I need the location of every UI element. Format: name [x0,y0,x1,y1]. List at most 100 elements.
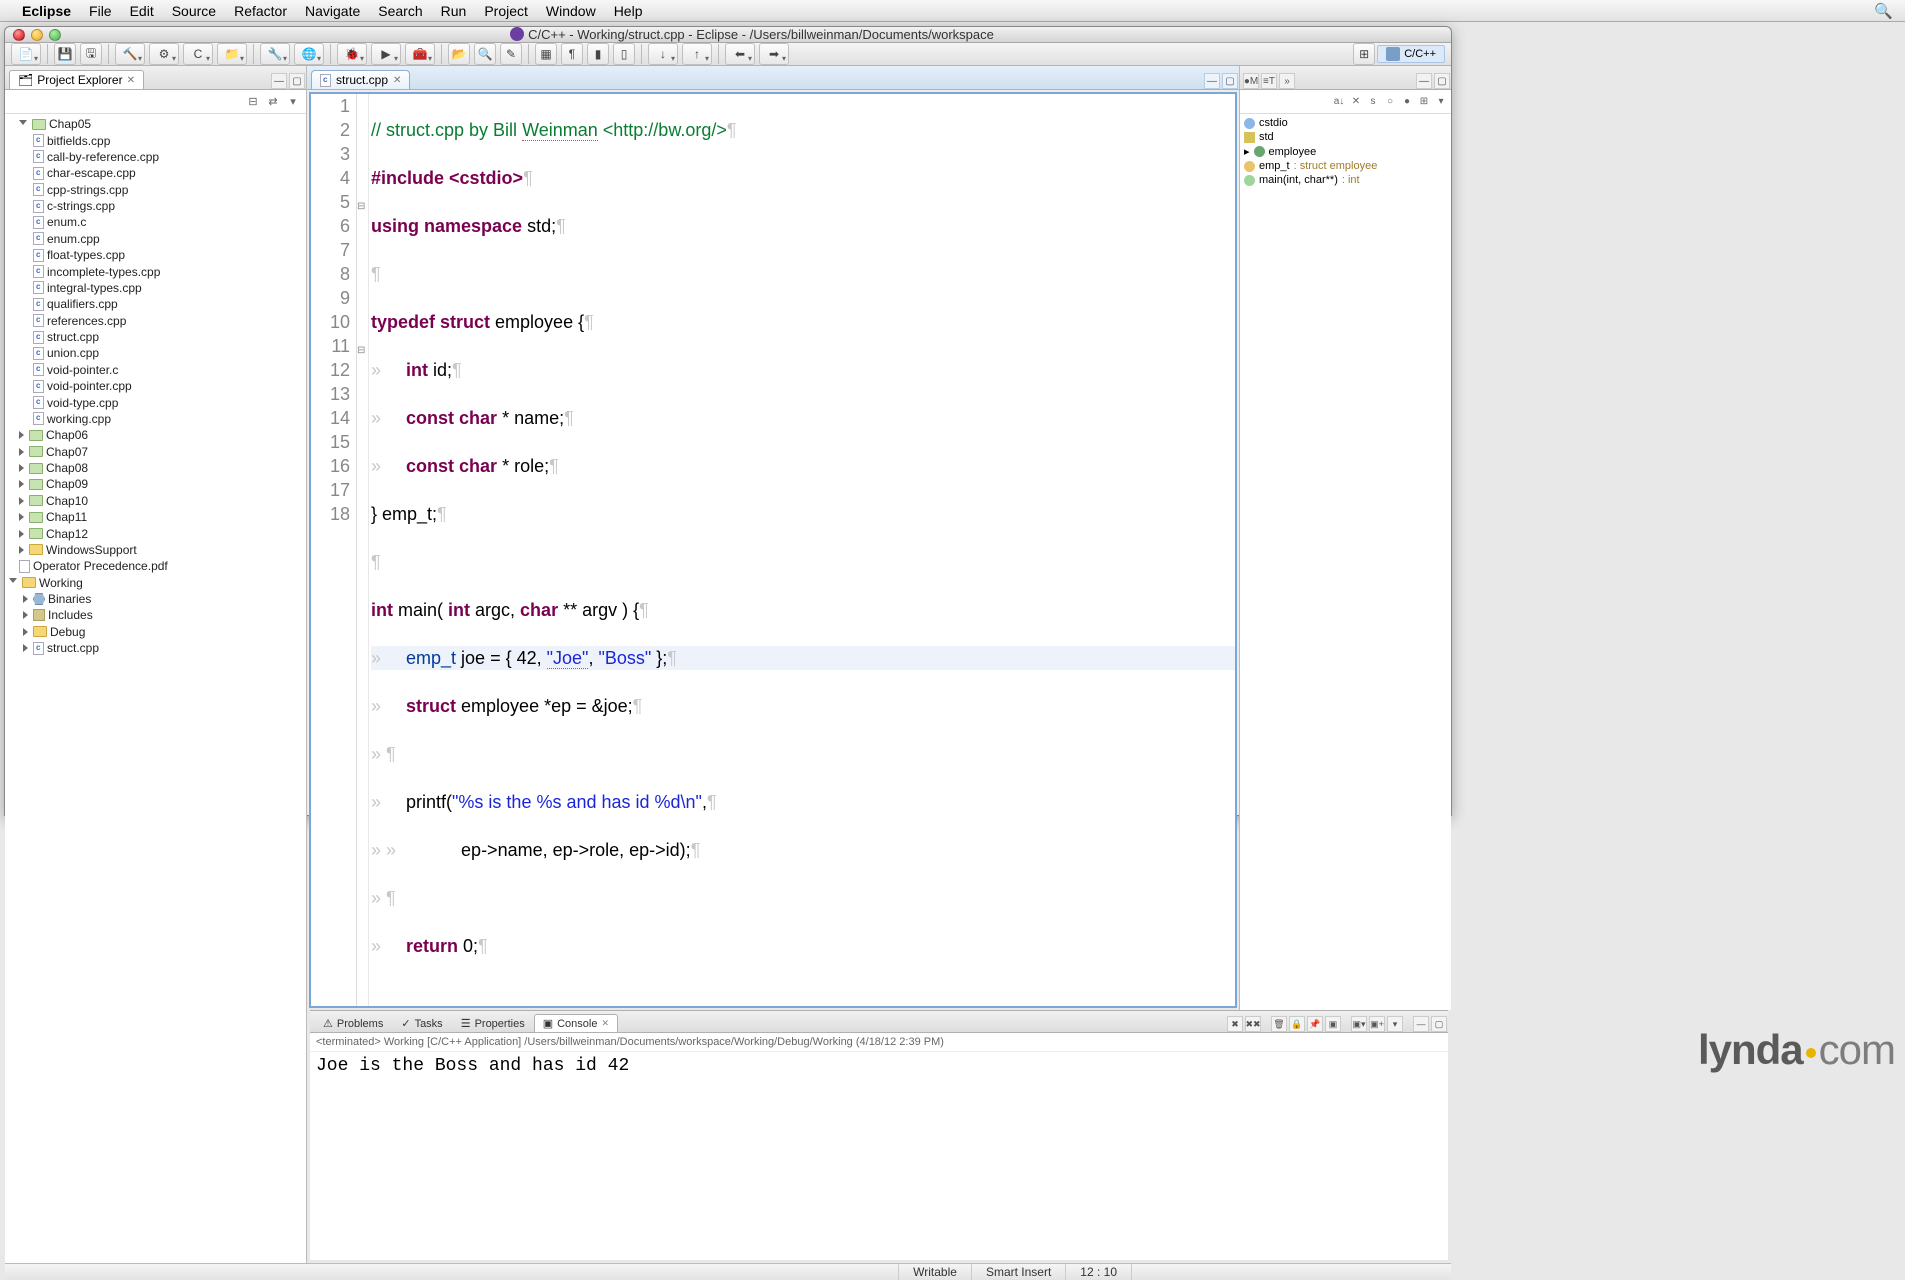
folder-chap08[interactable]: Chap08 [19,460,306,476]
outline-item[interactable]: emp_t : struct employee [1244,159,1447,173]
project-working[interactable]: Working [9,575,306,591]
outline-item[interactable]: main(int, char**) : int [1244,173,1447,187]
file-item[interactable]: cpp-strings.cpp [33,182,306,198]
file-item[interactable]: call-by-reference.cpp [33,149,306,165]
file-item[interactable]: union.cpp [33,345,306,361]
hide-inactive-button[interactable]: ● [1399,94,1415,110]
menu-edit[interactable]: Edit [130,3,154,19]
outline-item[interactable]: cstdio [1244,116,1447,130]
outline-m-tab[interactable]: ●M [1243,73,1259,89]
open-element-button[interactable]: 🌐 [294,43,324,65]
file-struct-cpp[interactable]: struct.cpp [23,640,306,656]
run-button[interactable]: ▶ [371,43,401,65]
folder-chap11[interactable]: Chap11 [19,509,306,525]
remove-launch-button[interactable]: ✖✖ [1245,1016,1261,1032]
editor-tab-struct[interactable]: struct.cpp ✕ [311,70,410,89]
menu-run[interactable]: Run [441,3,467,19]
folder-windowssupport[interactable]: WindowsSupport [19,542,306,558]
console-output[interactable]: Joe is the Boss and has id 42 [310,1052,1448,1260]
file-item[interactable]: qualifiers.cpp [33,296,306,312]
hide-fields-button[interactable]: ✕ [1348,94,1364,110]
maximize-view-button[interactable]: ▢ [289,73,305,89]
folder-binaries[interactable]: Binaries [23,591,306,607]
search-button[interactable]: 🔍 [474,43,496,65]
menu-search[interactable]: Search [378,3,422,19]
outline-item[interactable]: std [1244,130,1447,144]
new-folder-button[interactable]: 📁 [217,43,247,65]
collapse-all-button[interactable]: ⊟ [244,93,262,111]
file-item[interactable]: void-type.cpp [33,394,306,410]
folder-debug[interactable]: Debug [23,624,306,640]
save-all-button[interactable]: 🖫 [80,43,102,65]
file-item[interactable]: enum.c [33,214,306,230]
code-editor[interactable]: 123456789101112131415161718 // struct.cp… [309,92,1237,1008]
file-item[interactable]: enum.cpp [33,231,306,247]
file-item[interactable]: references.cpp [33,313,306,329]
make-target-button[interactable]: 🔧 [260,43,290,65]
fold-gutter[interactable] [357,94,369,1006]
display-selected-button[interactable]: ▣ [1325,1016,1341,1032]
window-zoom-button[interactable] [49,29,61,41]
close-view-icon[interactable]: ✕ [127,75,135,86]
editor-maximize-button[interactable]: ▢ [1222,73,1238,89]
toggle-mark-button[interactable]: ✎ [500,43,522,65]
new-button[interactable]: 📄 [11,43,41,65]
tab-tasks[interactable]: ✓Tasks [392,1014,451,1032]
menu-refactor[interactable]: Refactor [234,3,287,19]
outline-item[interactable]: ▸ employee [1244,144,1447,159]
spotlight-icon[interactable]: 🔍 [1874,2,1893,20]
tab-properties[interactable]: ☰Properties [452,1014,534,1032]
menu-help[interactable]: Help [614,3,643,19]
window-close-button[interactable] [13,29,25,41]
file-item[interactable]: void-pointer.cpp [33,378,306,394]
open-console-button[interactable]: ▣▾ [1351,1016,1367,1032]
window-minimize-button[interactable] [31,29,43,41]
show-whitespace-button[interactable]: ¶ [561,43,583,65]
toggle-block-button[interactable]: ▦ [535,43,557,65]
clear-console-button[interactable]: 🗑 [1271,1016,1287,1032]
folder-chap06[interactable]: Chap06 [19,427,306,443]
hide-nonpublic-button[interactable]: ○ [1382,94,1398,110]
file-item[interactable]: incomplete-types.cpp [33,263,306,279]
next-annotation-button[interactable]: ↓ [648,43,678,65]
menu-navigate[interactable]: Navigate [305,3,360,19]
folder-chap07[interactable]: Chap07 [19,444,306,460]
file-item[interactable]: Operator Precedence.pdf [19,558,306,574]
menu-project[interactable]: Project [484,3,528,19]
bottom-maximize-button[interactable]: ▢ [1431,1016,1447,1032]
outline-maximize-button[interactable]: ▢ [1434,73,1450,89]
menu-window[interactable]: Window [546,3,596,19]
file-item[interactable]: void-pointer.c [33,362,306,378]
file-item[interactable]: working.cpp [33,411,306,427]
menu-file[interactable]: File [89,3,112,19]
editor-minimize-button[interactable]: — [1204,73,1220,89]
folder-includes[interactable]: Includes [23,607,306,623]
console-menu-button[interactable]: ▾ [1387,1016,1403,1032]
forward-button[interactable]: ➡ [759,43,789,65]
code-content[interactable]: // struct.cpp by Bill Weinman <http://bw… [369,94,1235,1006]
debug-button[interactable]: 🐞 [337,43,367,65]
file-item[interactable]: char-escape.cpp [33,165,306,181]
new-class-button[interactable]: C [183,43,213,65]
sort-button[interactable]: a↓ [1331,94,1347,110]
project-tree[interactable]: Chap05 bitfields.cpp call-by-reference.c… [5,114,306,1263]
hide-static-button[interactable]: s [1365,94,1381,110]
build-button[interactable]: 🔨 [115,43,145,65]
folder-chap10[interactable]: Chap10 [19,493,306,509]
build-config-button[interactable]: ⚙ [149,43,179,65]
toggle-word-wrap-button[interactable]: ▯ [613,43,635,65]
menu-source[interactable]: Source [172,3,216,19]
tab-console[interactable]: ▣Console✕ [534,1014,618,1032]
outline-list[interactable]: cstdio std ▸ employee emp_t : struct emp… [1240,114,1451,1010]
toggle-breadcrumb-button[interactable]: ▮ [587,43,609,65]
perspective-cpp[interactable]: C/C++ [1377,45,1445,63]
outline-more-tab[interactable]: » [1279,73,1295,89]
tab-problems[interactable]: ⚠Problems [314,1014,392,1032]
folder-chap12[interactable]: Chap12 [19,525,306,541]
folder-chap05[interactable]: Chap05 [19,116,306,132]
pin-console-button[interactable]: 📌 [1307,1016,1323,1032]
folder-chap09[interactable]: Chap09 [19,476,306,492]
close-console-icon[interactable]: ✕ [601,1018,609,1029]
project-explorer-tab[interactable]: 🗂 Project Explorer ✕ [9,70,144,89]
file-item[interactable]: bitfields.cpp [33,132,306,148]
